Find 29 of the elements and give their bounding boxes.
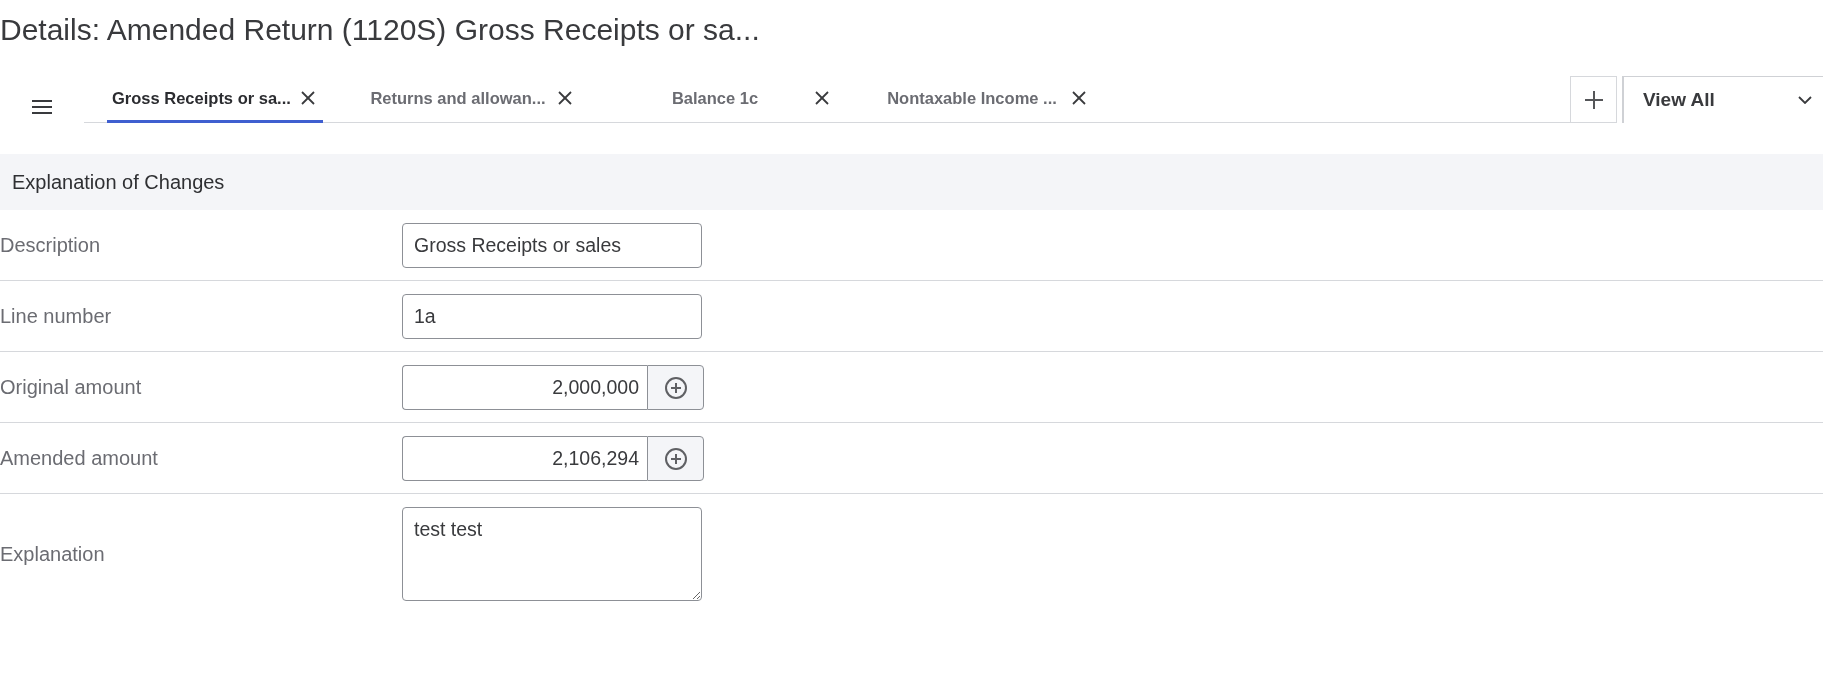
field-label: Explanation [0,542,105,565]
close-icon[interactable] [301,91,315,105]
amount-field[interactable]: 2,106,294 [402,436,647,481]
field-label: Original amount [0,376,142,398]
tab[interactable]: Balance 1c [621,76,837,123]
plus-icon [1584,90,1603,109]
input-field[interactable]: Gross Receipts or sales [402,223,702,268]
close-icon[interactable] [1072,91,1086,105]
close-icon[interactable] [558,91,572,105]
page-title: Details: Amended Return (1120S) Gross Receipts or sa... [0,12,760,48]
field-label: Line number [0,305,112,327]
tab[interactable]: Returns and allowan... [364,76,580,123]
view-dropdown[interactable]: View All [1622,76,1823,123]
input-field[interactable]: 1a [402,294,702,339]
text-area[interactable]: test test [402,507,702,601]
field-label: Amended amount [0,447,158,469]
plus-circle-icon [664,447,687,470]
chevron-down-icon [1798,96,1812,104]
amount-field[interactable]: 2,000,000 [402,365,647,410]
field-label: Description [0,234,101,256]
add-tab-button[interactable] [1570,76,1617,123]
menu-icon[interactable] [32,99,52,114]
close-icon[interactable] [815,91,829,105]
plus-circle-icon [664,376,687,399]
section-title: Explanation of Changes [12,170,225,194]
tab[interactable]: Gross Receipts or sa... [107,76,323,123]
add-button[interactable] [647,365,704,410]
tab[interactable]: Nontaxable Income ... [878,76,1094,123]
add-button[interactable] [647,436,704,481]
